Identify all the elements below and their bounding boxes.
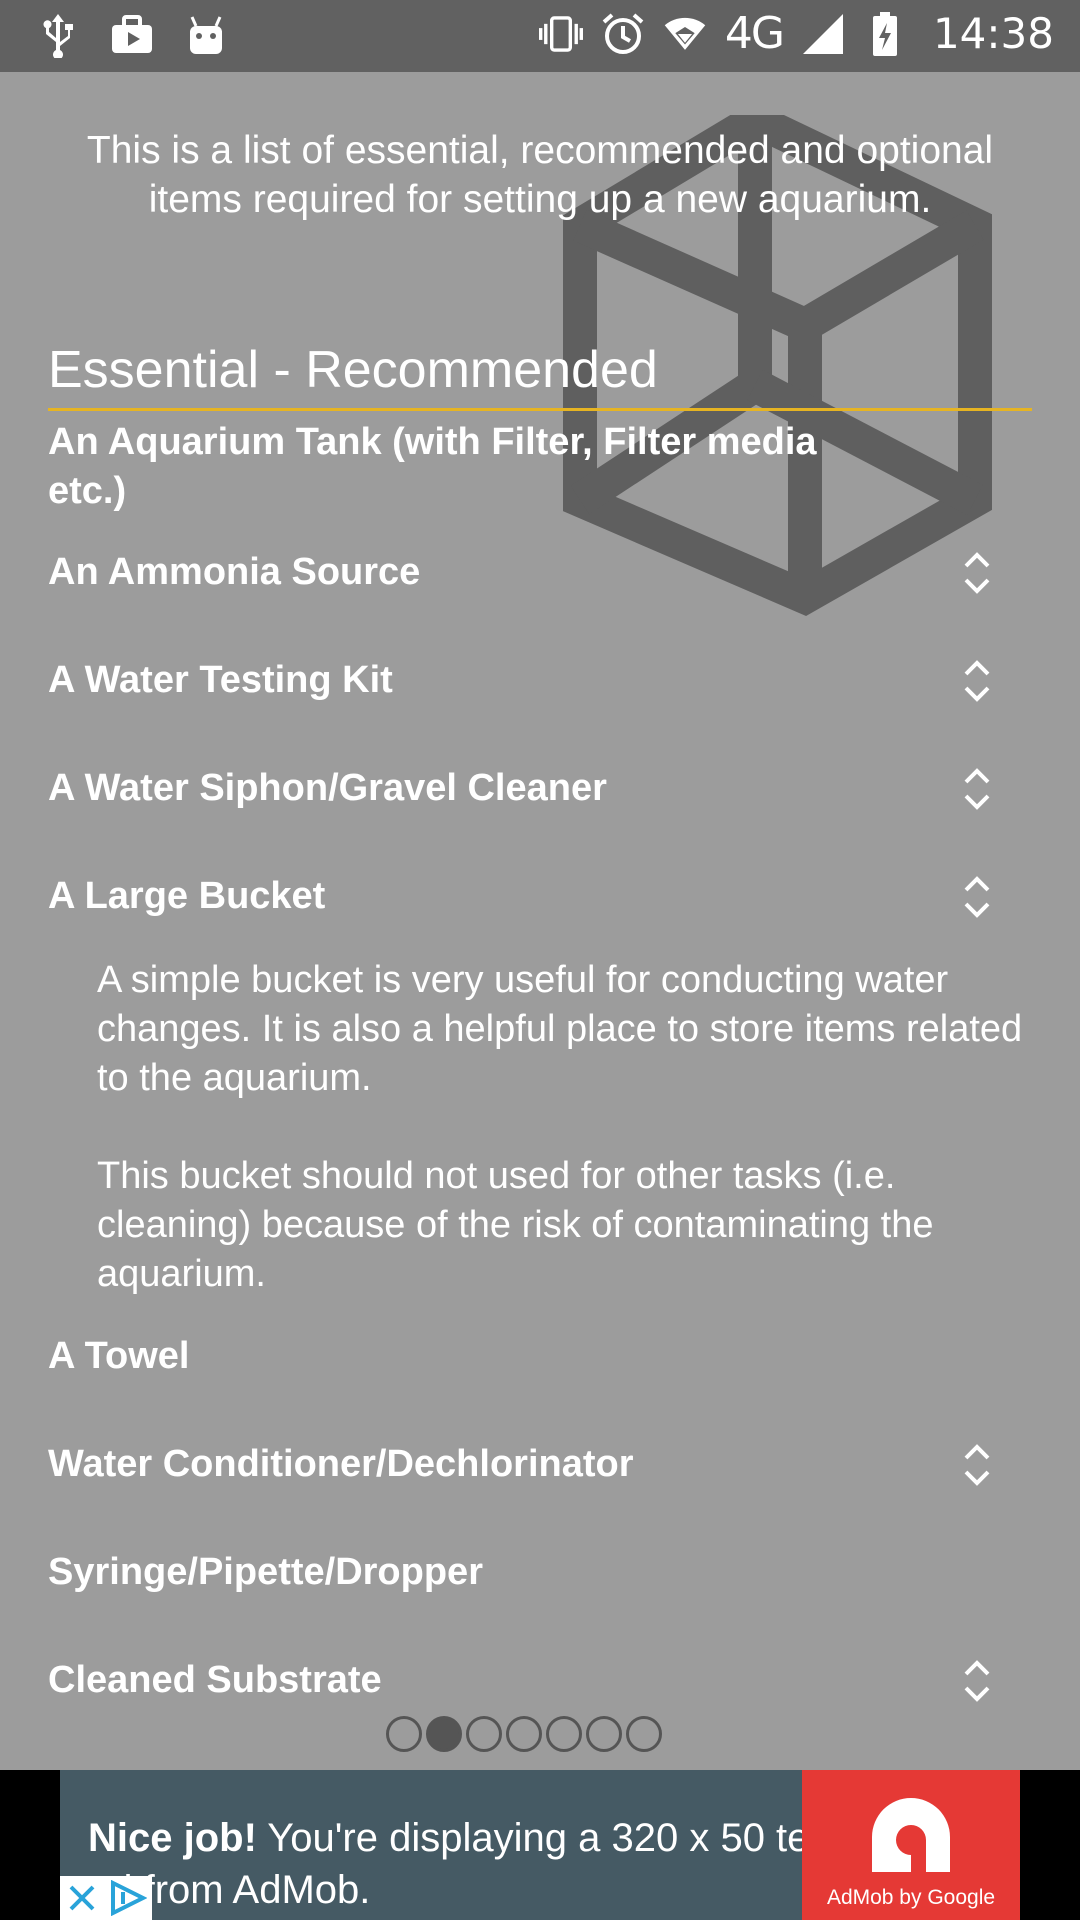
page-dot-5[interactable]	[546, 1716, 582, 1752]
wifi-icon	[663, 9, 707, 59]
ad-headline: Nice job!	[88, 1816, 257, 1860]
expand-collapse-icon[interactable]	[962, 1438, 992, 1492]
item-cleaned-substrate[interactable]: Cleaned Substrate	[48, 1656, 948, 1705]
admob-logo[interactable]: AdMob by Google	[802, 1770, 1020, 1920]
clock: 14:38	[932, 9, 1054, 58]
bucket-description-p2: This bucket should not used for other ta…	[97, 1155, 934, 1295]
alarm-icon	[601, 9, 645, 59]
network-type: 4G	[724, 8, 785, 59]
expand-collapse-icon[interactable]	[962, 546, 992, 600]
android-icon	[184, 10, 228, 60]
ad-content[interactable]: Nice job! You're displaying a 320 x 50 t…	[60, 1770, 1020, 1920]
page-dot-3[interactable]	[466, 1716, 502, 1752]
close-icon[interactable]	[66, 1882, 98, 1914]
usb-icon	[36, 10, 80, 60]
vibrate-icon	[538, 9, 583, 59]
page-dot-2[interactable]	[426, 1716, 462, 1752]
expand-collapse-icon[interactable]	[962, 1654, 992, 1708]
intro-text: This is a list of essential, recommended…	[86, 129, 994, 221]
item-aquarium-tank[interactable]: An Aquarium Tank (with Filter, Filter me…	[48, 418, 868, 516]
page-dot-4[interactable]	[506, 1716, 542, 1752]
item-towel[interactable]: A Towel	[48, 1332, 948, 1381]
item-syringe[interactable]: Syringe/Pipette/Dropper	[48, 1548, 948, 1597]
page-indicator	[386, 1716, 662, 1752]
page-dot-6[interactable]	[586, 1716, 622, 1752]
expand-collapse-icon[interactable]	[962, 762, 992, 816]
status-bar: 4G 14:38	[0, 0, 1080, 72]
item-water-conditioner[interactable]: Water Conditioner/Dechlorinator	[48, 1440, 948, 1489]
item-water-siphon[interactable]: A Water Siphon/Gravel Cleaner	[48, 764, 948, 813]
expand-collapse-icon[interactable]	[962, 870, 992, 924]
item-ammonia-source[interactable]: An Ammonia Source	[48, 548, 948, 597]
page-dot-1[interactable]	[386, 1716, 422, 1752]
section-title: Essential - Recommended	[48, 340, 1032, 411]
expand-collapse-icon[interactable]	[962, 654, 992, 708]
battery-charging-icon	[863, 9, 907, 59]
ad-text[interactable]: Nice job! You're displaying a 320 x 50 t…	[88, 1812, 848, 1916]
signal-icon	[801, 9, 845, 59]
ad-banner[interactable]: Nice job! You're displaying a 320 x 50 t…	[0, 1770, 1080, 1920]
media-icon	[110, 10, 154, 60]
item-large-bucket[interactable]: A Large Bucket	[48, 872, 948, 921]
adchoices-icon[interactable]	[109, 1880, 147, 1916]
admob-brand-label: AdMob by Google	[826, 1886, 996, 1909]
page-dot-7[interactable]	[626, 1716, 662, 1752]
ad-controls[interactable]	[60, 1876, 152, 1920]
item-water-testing-kit[interactable]: A Water Testing Kit	[48, 656, 948, 705]
bucket-description-p1: A simple bucket is very useful for condu…	[97, 959, 1023, 1099]
admob-icon	[872, 1798, 950, 1872]
